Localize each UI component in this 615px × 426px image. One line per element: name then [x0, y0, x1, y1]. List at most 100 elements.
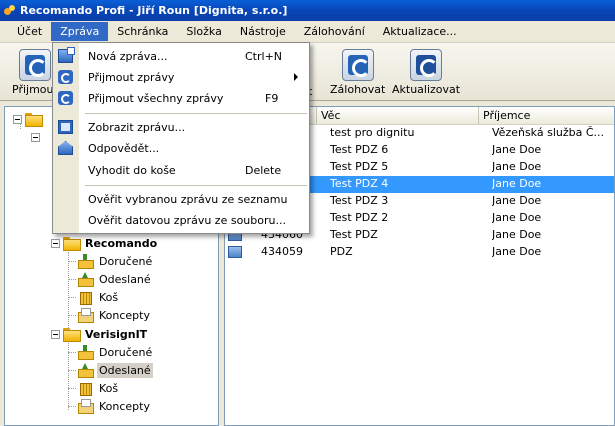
submenu-arrow-icon	[294, 73, 298, 81]
row-id: 434059	[261, 245, 303, 258]
menu-item-shortcut: Delete	[245, 164, 282, 177]
tree-folder-trash[interactable]: Koš	[77, 288, 120, 306]
menu-item-label: Ověřit datovou zprávu ze souboru...	[88, 214, 286, 227]
folder-label: Odeslané	[97, 362, 153, 378]
sent-icon	[77, 272, 94, 287]
row-subject: Test PDZ 5	[330, 160, 389, 173]
row-subject: Test PDZ 6	[330, 143, 389, 156]
row-recipient: Jane Doe	[492, 228, 542, 241]
tree-folder-sent[interactable]: Odeslané	[77, 361, 153, 379]
tree-folder-drafts[interactable]: Koncepty	[77, 397, 152, 415]
new-message-icon	[58, 47, 75, 63]
tree-account-recomando[interactable]: Recomando	[51, 234, 159, 252]
menu-item-shortcut: Ctrl+N	[245, 50, 283, 63]
account-label: VerisignIT	[85, 327, 148, 341]
drafts-icon	[77, 399, 94, 414]
folder-label: Doručené	[99, 345, 153, 359]
row-subject: Test PDZ 2	[330, 211, 389, 224]
zprava-dropdown-menu: Nová zpráva... Ctrl+N Přijmout zprávy Př…	[52, 42, 310, 234]
folder-icon	[63, 328, 81, 342]
show-message-icon	[58, 120, 73, 134]
column-header-recipient[interactable]: Příjemce	[479, 107, 614, 124]
menu-zprava[interactable]: Zpráva	[51, 22, 109, 41]
table-row[interactable]: 434059 PDZ Jane Doe	[225, 244, 614, 261]
column-header-subject[interactable]: Věc	[317, 107, 479, 124]
collapse-icon[interactable]	[51, 238, 60, 248]
menu-item-label: Nová zpráva...	[88, 50, 168, 63]
menu-item-label: Vyhodit do koše	[88, 164, 176, 177]
receive-icon	[18, 49, 51, 81]
menu-slozka[interactable]: Složka	[177, 22, 230, 41]
row-recipient: Jane Doe	[492, 245, 542, 258]
tree-folder-inbox[interactable]: Doručené	[77, 252, 154, 270]
menu-item-verify-selected[interactable]: Ověřit vybranou zprávu ze seznamu	[53, 189, 309, 210]
row-subject: Test PDZ 4	[330, 177, 389, 190]
trash-icon	[77, 381, 93, 396]
backup-button-label: Zálohovat	[330, 83, 386, 96]
receive-button[interactable]: Přijmout	[12, 49, 58, 96]
menu-item-receive-messages[interactable]: Přijmout zprávy	[53, 67, 309, 88]
message-icon	[228, 246, 242, 258]
menu-item-label: Přijmout všechny zprávy	[88, 92, 224, 105]
menu-item-shortcut: F9	[265, 92, 279, 105]
menubar: Účet Zpráva Schránka Složka Nástroje Zál…	[0, 21, 615, 43]
inbox-icon	[77, 345, 94, 360]
menu-item-receive-all[interactable]: Přijmout všechny zprávy F9	[53, 88, 309, 109]
menu-item-new-message[interactable]: Nová zpráva... Ctrl+N	[53, 46, 309, 67]
folder-label: Koš	[99, 381, 119, 395]
tree-account-verisignit[interactable]: VerisignIT	[51, 325, 149, 343]
account-label: Recomando	[85, 236, 158, 250]
drafts-icon	[77, 308, 94, 323]
row-recipient: Jane Doe	[492, 177, 542, 190]
menu-ucet[interactable]: Účet	[8, 22, 51, 41]
backup-button[interactable]: Zálohovat	[330, 49, 385, 96]
tree-folder-inbox[interactable]: Doručené	[77, 343, 154, 361]
menu-item-show-message[interactable]: Zobrazit zprávu...	[53, 117, 309, 138]
folder-icon	[63, 237, 81, 251]
row-subject: PDZ	[330, 245, 353, 258]
menu-item-reply[interactable]: Odpovědět...	[53, 138, 309, 159]
window-titlebar: Recomando Profi - Jiří Roun [Dignita, s.…	[0, 0, 615, 21]
tree-root[interactable]	[13, 110, 45, 128]
menu-item-verify-from-file[interactable]: Ověřit datovou zprávu ze souboru...	[53, 210, 309, 231]
menu-item-label: Ověřit vybranou zprávu ze seznamu	[88, 193, 288, 206]
trash-icon	[77, 290, 93, 305]
tree-folder-drafts[interactable]: Koncepty	[77, 306, 152, 324]
collapse-icon[interactable]	[51, 329, 60, 339]
sent-icon	[77, 363, 94, 378]
menu-nastroje[interactable]: Nástroje	[231, 22, 295, 41]
collapse-icon[interactable]	[13, 114, 22, 124]
row-subject: Test PDZ 3	[330, 194, 389, 207]
folder-label: Doručené	[99, 254, 153, 268]
row-recipient: Jane Doe	[492, 211, 542, 224]
menu-item-label: Zobrazit zprávu...	[88, 121, 186, 134]
receive-all-icon	[58, 91, 73, 105]
root-icon	[25, 113, 43, 127]
row-recipient: Jane Doe	[492, 143, 542, 156]
update-icon	[410, 49, 443, 81]
tree-folder-trash[interactable]: Koš	[77, 379, 120, 397]
row-recipient: Vězeňská služba Č...	[492, 126, 605, 139]
folder-label: Koncepty	[99, 308, 150, 322]
folder-label: Koš	[99, 290, 119, 304]
folder-label: Koncepty	[99, 399, 150, 413]
receive-icon	[58, 70, 73, 84]
row-subject: test pro dignitu	[330, 126, 415, 139]
menu-schranka[interactable]: Schránka	[108, 22, 177, 41]
tree-folder-sent[interactable]: Odeslané	[77, 270, 153, 288]
window-title: Recomando Profi - Jiří Roun [Dignita, s.…	[20, 4, 288, 17]
menu-item-move-to-trash[interactable]: Vyhodit do koše Delete	[53, 160, 309, 181]
tree-sub-root[interactable]	[31, 128, 43, 146]
menu-zalohovani[interactable]: Zálohování	[295, 22, 374, 41]
reply-icon	[58, 141, 73, 155]
folder-label: Odeslané	[99, 272, 151, 286]
menu-aktualizace[interactable]: Aktualizace...	[374, 22, 466, 41]
inbox-icon	[77, 254, 94, 269]
menu-item-label: Odpovědět...	[88, 142, 160, 155]
row-subject: Test PDZ	[330, 228, 378, 241]
row-recipient: Jane Doe	[492, 160, 542, 173]
menu-item-label: Přijmout zprávy	[88, 71, 175, 84]
update-button[interactable]: Aktualizovat	[392, 49, 460, 96]
update-button-label: Aktualizovat	[392, 83, 461, 96]
collapse-icon[interactable]	[31, 132, 40, 142]
